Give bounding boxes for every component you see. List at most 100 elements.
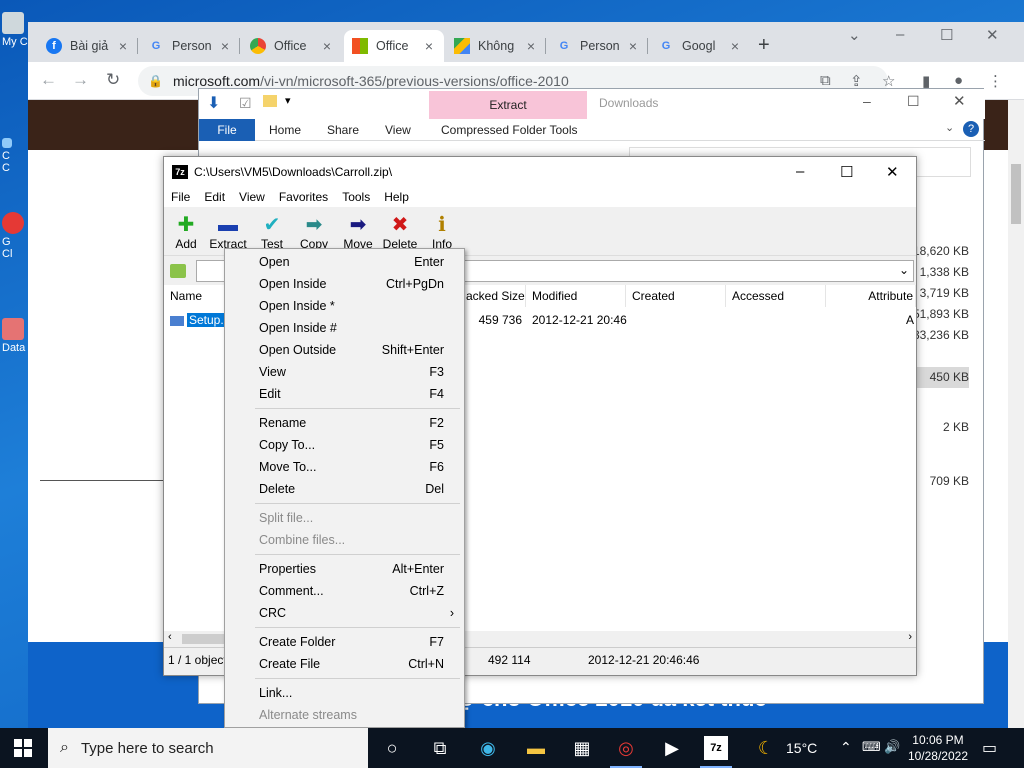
menu-item-open-outside[interactable]: Open Outside Shift+Enter	[225, 339, 464, 361]
desktop-icon-1[interactable]: CC	[2, 138, 28, 174]
menu-view[interactable]: View	[232, 190, 272, 204]
extract-button[interactable]: ▬ Extract	[206, 213, 250, 251]
menu-item-crc[interactable]: CRC ›	[225, 602, 464, 624]
cortana-icon[interactable]: ○	[380, 736, 404, 760]
tab-office-active[interactable]: Office ×	[344, 30, 444, 62]
windows-start-button[interactable]	[14, 739, 32, 757]
close-icon[interactable]: ×	[218, 38, 232, 54]
tab-google-drive[interactable]: Không ×	[446, 30, 546, 62]
tab-compressed-folder-tools[interactable]: Compressed Folder Tools	[441, 123, 578, 137]
properties-icon[interactable]: ☑	[239, 95, 252, 112]
chevron-down-icon[interactable]: ⌄	[899, 263, 909, 277]
minimize-button[interactable]: –	[796, 163, 804, 180]
menu-tools[interactable]: Tools	[335, 190, 377, 204]
column-accessed[interactable]: Accessed	[726, 285, 826, 307]
maximize-button[interactable]: ☐	[940, 26, 953, 44]
menu-item-properties[interactable]: Properties Alt+Enter	[225, 558, 464, 580]
close-icon[interactable]: ×	[728, 38, 742, 54]
move-button[interactable]: ➡ Move	[336, 213, 380, 251]
desktop-icon-chrome[interactable]: G Cl	[2, 212, 28, 260]
weather-temperature[interactable]: 15°C	[786, 740, 817, 756]
page-scrollbar[interactable]	[1008, 100, 1024, 728]
task-view-icon[interactable]: ⧉	[428, 736, 452, 760]
menu-item-link[interactable]: Link...	[225, 682, 464, 704]
minimize-button[interactable]: –	[896, 26, 904, 43]
back-button[interactable]: ←	[40, 70, 57, 90]
column-created[interactable]: Created	[626, 285, 726, 307]
chevron-down-icon[interactable]: ▾	[285, 94, 291, 107]
tab-facebook[interactable]: f Bài giả ×	[38, 30, 138, 62]
forward-button[interactable]: →	[72, 70, 89, 90]
menu-item-view[interactable]: View F3	[225, 361, 464, 383]
menu-edit[interactable]: Edit	[197, 190, 232, 204]
info-button[interactable]: ℹ Info	[420, 213, 464, 251]
menu-item-open-inside[interactable]: Open Inside Ctrl+PgDn	[225, 273, 464, 295]
clock[interactable]: 10:06 PM 10/28/2022	[908, 732, 968, 764]
menu-item-delete[interactable]: Delete Del	[225, 478, 464, 500]
translate-icon[interactable]: ⧉	[820, 72, 831, 89]
ribbon-context-tab-extract[interactable]: Extract	[429, 91, 587, 119]
menu-item-open-inside-hash[interactable]: Open Inside #	[225, 317, 464, 339]
help-icon[interactable]: ?	[963, 121, 979, 137]
menu-item-rename[interactable]: Rename F2	[225, 412, 464, 434]
7zip-taskbar-icon[interactable]: 7z	[700, 736, 732, 768]
menu-item-create-file[interactable]: Create File Ctrl+N	[225, 653, 464, 675]
test-button[interactable]: ✔ Test	[250, 213, 294, 251]
close-icon[interactable]: ×	[116, 38, 130, 54]
taskbar-search-input[interactable]: ⌕ Type here to search	[48, 728, 368, 768]
copy-button[interactable]: ➡ Copy	[292, 213, 336, 251]
close-icon[interactable]: ×	[320, 38, 334, 54]
maximize-button[interactable]: ☐	[907, 93, 920, 110]
reload-button[interactable]: ↻	[106, 70, 120, 90]
add-button[interactable]: ✚ Add	[164, 213, 208, 251]
close-window-button[interactable]: ✕	[886, 163, 899, 181]
desktop-icon-my-computer[interactable]: My C	[2, 12, 28, 48]
tab-google-3[interactable]: G Googl ×	[650, 30, 750, 62]
chevron-down-icon[interactable]: ⌄	[945, 121, 954, 134]
tab-google-2[interactable]: G Person ×	[548, 30, 648, 62]
maximize-button[interactable]: ☐	[840, 163, 853, 181]
tab-google-1[interactable]: G Person ×	[140, 30, 240, 62]
menu-file[interactable]: File	[164, 190, 197, 204]
tab-share[interactable]: Share	[327, 123, 359, 137]
column-packed-size[interactable]: acked Size	[460, 285, 526, 307]
menu-item-open-inside-star[interactable]: Open Inside *	[225, 295, 464, 317]
scroll-left-icon[interactable]: ‹	[168, 631, 172, 643]
tab-file[interactable]: File	[199, 119, 255, 141]
menu-item-copy-to[interactable]: Copy To... F5	[225, 434, 464, 456]
menu-favorites[interactable]: Favorites	[272, 190, 335, 204]
media-player-icon[interactable]: ▶	[660, 736, 684, 760]
tab-office-chrome[interactable]: Office ×	[242, 30, 342, 62]
scroll-right-icon[interactable]: ›	[908, 631, 912, 643]
profile-avatar-icon[interactable]: ●	[954, 72, 963, 89]
close-window-button[interactable]: ✕	[953, 92, 966, 110]
folder-up-icon[interactable]	[170, 264, 186, 278]
chevron-down-icon[interactable]: ⌄	[848, 26, 861, 44]
tab-home[interactable]: Home	[269, 123, 301, 137]
close-icon[interactable]: ×	[422, 38, 436, 54]
menu-help[interactable]: Help	[377, 190, 416, 204]
close-icon[interactable]: ×	[524, 38, 538, 54]
store-icon[interactable]: ▦	[570, 736, 594, 760]
chevron-up-icon[interactable]: ⌃	[840, 739, 852, 756]
notification-icon[interactable]: ▭	[982, 738, 997, 758]
close-icon[interactable]: ×	[626, 38, 640, 54]
desktop-icon-data[interactable]: Data	[2, 318, 28, 354]
volume-icon[interactable]: 🔊	[884, 739, 900, 755]
network-icon[interactable]: ⌨	[862, 739, 881, 755]
folder-icon[interactable]	[263, 95, 277, 107]
menu-kebab-icon[interactable]: ⋮	[988, 72, 1003, 90]
menu-item-edit[interactable]: Edit F4	[225, 383, 464, 405]
menu-item-open[interactable]: Open Enter	[225, 251, 464, 273]
delete-button[interactable]: ✖ Delete	[378, 213, 422, 251]
weather-moon-icon[interactable]: ☾	[754, 736, 778, 760]
column-modified[interactable]: Modified	[526, 285, 626, 307]
menu-item-move-to[interactable]: Move To... F6	[225, 456, 464, 478]
menu-item-comment[interactable]: Comment... Ctrl+Z	[225, 580, 464, 602]
tab-view[interactable]: View	[385, 123, 411, 137]
edge-icon[interactable]: ◉	[476, 736, 500, 760]
menu-item-create-folder[interactable]: Create Folder F7	[225, 631, 464, 653]
new-tab-button[interactable]: +	[758, 34, 770, 57]
close-window-button[interactable]: ✕	[986, 26, 999, 44]
column-attributes[interactable]: Attribute	[826, 285, 916, 307]
